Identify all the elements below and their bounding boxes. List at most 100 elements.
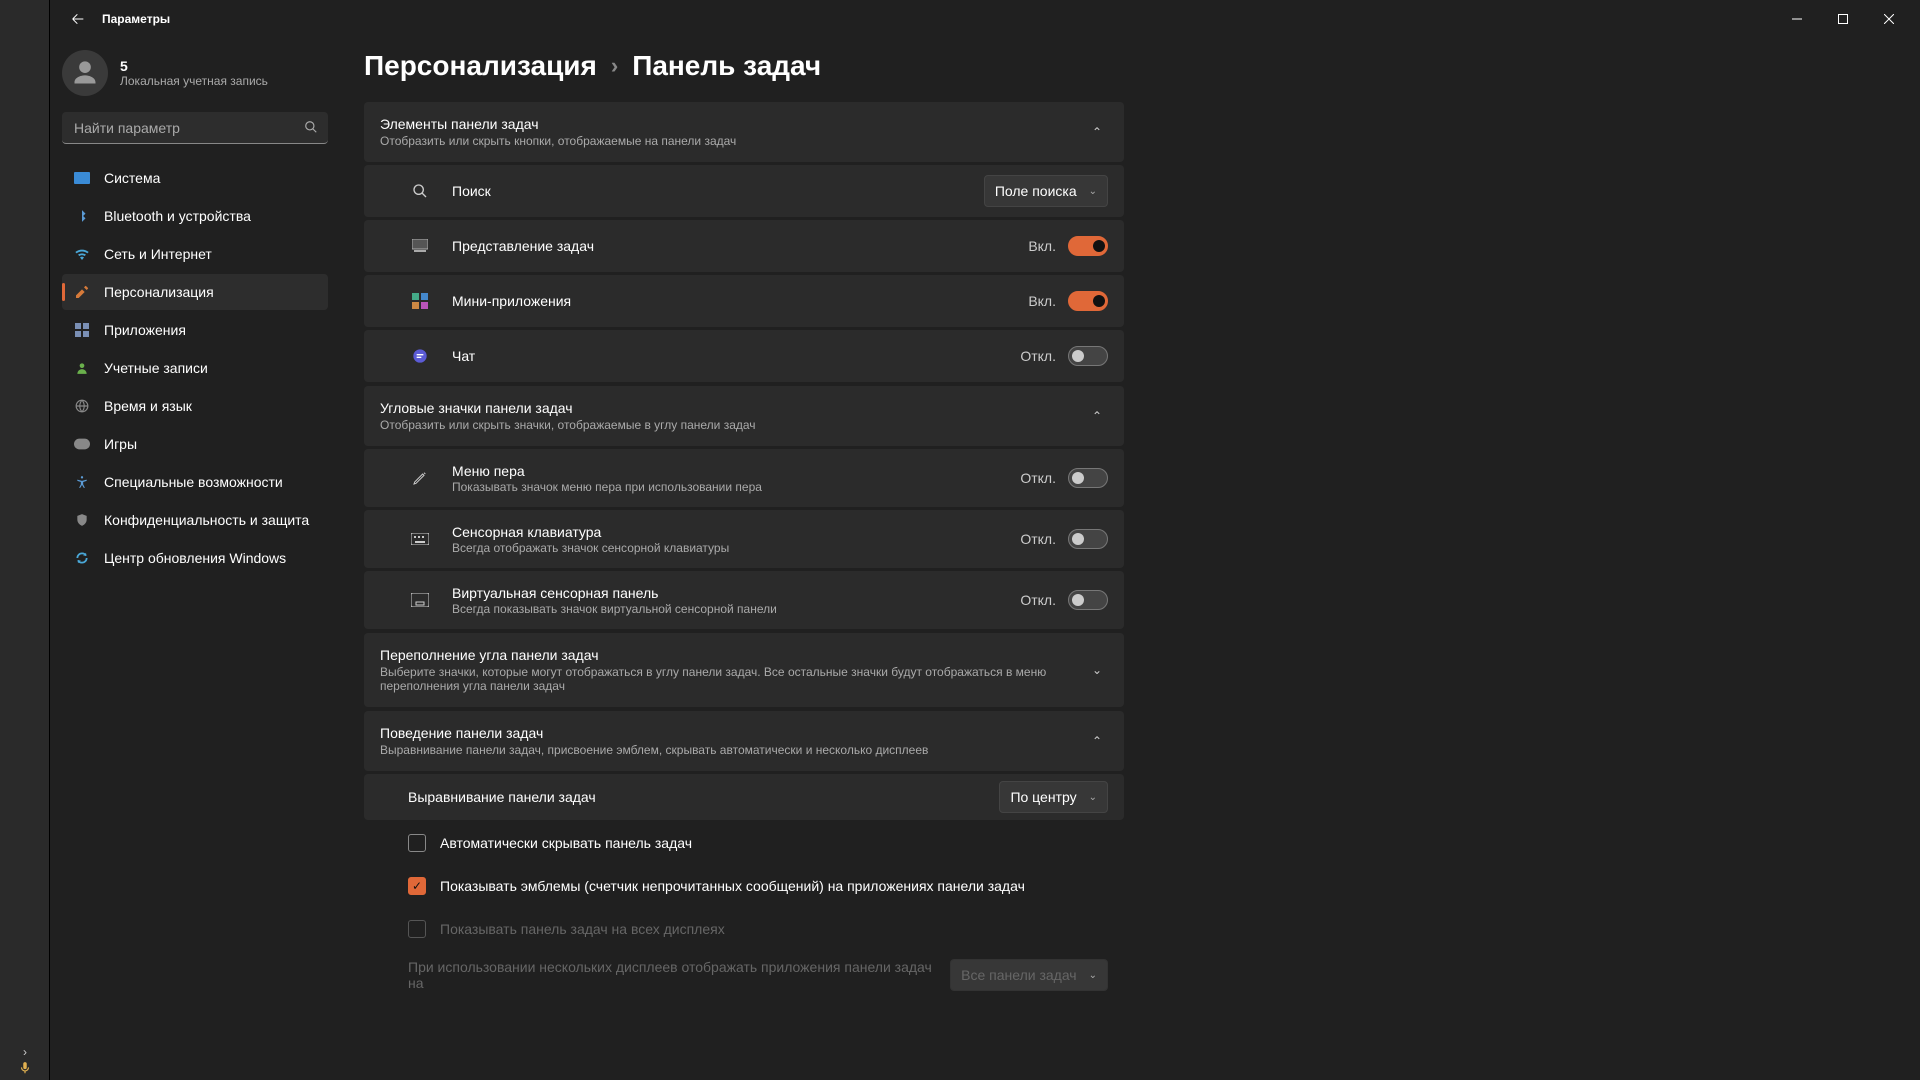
- toggle-state: Вкл.: [1028, 238, 1056, 254]
- background-app-strip: [0, 0, 50, 1080]
- toggle-state: Откл.: [1020, 531, 1056, 547]
- nav-accessibility[interactable]: Специальные возможности: [62, 464, 328, 500]
- nav-windows-update[interactable]: Центр обновления Windows: [62, 540, 328, 576]
- chat-icon: [408, 348, 432, 364]
- row-sublabel: Всегда отображать значок сенсорной клави…: [452, 541, 1020, 555]
- taskview-icon: [408, 239, 432, 253]
- nav-label: Сеть и Интернет: [104, 246, 212, 262]
- nav-apps[interactable]: Приложения: [62, 312, 328, 348]
- title-bar: Параметры: [50, 0, 1920, 38]
- section-subtitle: Выравнивание панели задач, присвоение эм…: [380, 743, 1086, 757]
- search-input[interactable]: [62, 112, 328, 144]
- row-sublabel: Показывать значок меню пера при использо…: [452, 480, 1020, 494]
- virtual-touchpad-toggle[interactable]: [1068, 590, 1108, 610]
- row-task-view: Представление задач Вкл.: [364, 220, 1124, 272]
- nav-personalization[interactable]: Персонализация: [62, 274, 328, 310]
- nav-label: Центр обновления Windows: [104, 550, 286, 566]
- row-virtual-touchpad: Виртуальная сенсорная панельВсегда показ…: [364, 571, 1124, 629]
- widgets-icon: [408, 293, 432, 309]
- row-all-displays: Показывать панель задач на всех дисплеях: [364, 909, 1124, 949]
- row-label: Мини-приложения: [452, 293, 571, 309]
- search-mode-dropdown[interactable]: Поле поиска⌄: [984, 175, 1108, 207]
- close-button[interactable]: [1866, 0, 1912, 38]
- row-touch-keyboard: Сенсорная клавиатураВсегда отображать зн…: [364, 510, 1124, 568]
- back-button[interactable]: [58, 0, 98, 38]
- widgets-toggle[interactable]: [1068, 291, 1108, 311]
- nav-label: Учетные записи: [104, 360, 208, 376]
- nav-label: Система: [104, 170, 160, 186]
- expand-icon: ›: [23, 1045, 27, 1059]
- nav-bluetooth[interactable]: Bluetooth и устройства: [62, 198, 328, 234]
- nav-network[interactable]: Сеть и Интернет: [62, 236, 328, 272]
- pen-toggle[interactable]: [1068, 468, 1108, 488]
- row-label: Сенсорная клавиатура: [452, 524, 1020, 540]
- accessibility-icon: [74, 474, 90, 490]
- row-label: Представление задач: [452, 238, 594, 254]
- nav-list: Система Bluetooth и устройства Сеть и Ин…: [62, 160, 328, 576]
- account-block[interactable]: 5 Локальная учетная запись: [62, 46, 328, 108]
- shield-icon: [74, 512, 90, 528]
- account-type: Локальная учетная запись: [120, 74, 268, 88]
- minimize-button[interactable]: [1774, 0, 1820, 38]
- badges-checkbox[interactable]: ✓: [408, 877, 426, 895]
- nav-label: Bluetooth и устройства: [104, 208, 251, 224]
- section-header-items[interactable]: Элементы панели задачОтобразить или скры…: [364, 102, 1124, 162]
- person-icon: [71, 59, 99, 87]
- section-header-corner[interactable]: Угловые значки панели задачОтобразить ил…: [364, 386, 1124, 446]
- chat-toggle[interactable]: [1068, 346, 1108, 366]
- apps-icon: [74, 322, 90, 338]
- row-alignment: Выравнивание панели задач По центру⌄: [364, 774, 1124, 820]
- breadcrumb-root[interactable]: Персонализация: [364, 50, 597, 82]
- nav-gaming[interactable]: Игры: [62, 426, 328, 462]
- maximize-button[interactable]: [1820, 0, 1866, 38]
- pen-icon: [408, 470, 432, 486]
- nav-system[interactable]: Система: [62, 160, 328, 196]
- row-label: Выравнивание панели задач: [408, 789, 596, 805]
- row-widgets: Мини-приложения Вкл.: [364, 275, 1124, 327]
- content-area: Персонализация › Панель задач Элементы п…: [340, 38, 1920, 1080]
- row-badges[interactable]: ✓ Показывать эмблемы (счетчик непрочитан…: [364, 866, 1124, 906]
- mic-icon: [18, 1061, 32, 1075]
- gamepad-icon: [74, 436, 90, 452]
- row-label: Показывать эмблемы (счетчик непрочитанны…: [440, 878, 1025, 894]
- nav-label: Время и язык: [104, 398, 192, 414]
- avatar: [62, 50, 108, 96]
- chevron-up-icon: ⌃: [1086, 125, 1108, 139]
- chevron-right-icon: ›: [611, 53, 618, 79]
- toggle-state: Откл.: [1020, 348, 1056, 364]
- section-header-behavior[interactable]: Поведение панели задач Выравнивание панел…: [364, 711, 1124, 771]
- row-autohide[interactable]: Автоматически скрывать панель задач: [364, 823, 1124, 863]
- touch-keyboard-toggle[interactable]: [1068, 529, 1108, 549]
- row-chat: Чат Откл.: [364, 330, 1124, 382]
- nav-accounts[interactable]: Учетные записи: [62, 350, 328, 386]
- alignment-dropdown[interactable]: По центру⌄: [999, 781, 1108, 813]
- autohide-checkbox[interactable]: [408, 834, 426, 852]
- nav-time-language[interactable]: Время и язык: [62, 388, 328, 424]
- chevron-up-icon: ⌃: [1086, 734, 1108, 748]
- paint-icon: [74, 284, 90, 300]
- search-box[interactable]: [62, 112, 328, 144]
- toggle-state: Откл.: [1020, 470, 1056, 486]
- search-icon: [304, 120, 318, 139]
- search-icon: [408, 183, 432, 199]
- account-name: 5: [120, 58, 268, 74]
- user-icon: [74, 360, 90, 376]
- back-arrow-icon: [70, 11, 86, 27]
- chevron-down-icon: ⌄: [1089, 970, 1097, 981]
- row-search: Поиск Поле поиска⌄: [364, 165, 1124, 217]
- multi-display-dropdown: Все панели задач⌄: [950, 959, 1108, 991]
- keyboard-icon: [408, 533, 432, 545]
- wifi-icon: [74, 246, 90, 262]
- taskview-toggle[interactable]: [1068, 236, 1108, 256]
- section-subtitle: Отобразить или скрыть кнопки, отображаем…: [380, 134, 1086, 148]
- row-label: Автоматически скрывать панель задач: [440, 835, 692, 851]
- section-title: Поведение панели задач: [380, 725, 1086, 741]
- nav-label: Конфиденциальность и защита: [104, 512, 309, 528]
- section-header-overflow[interactable]: Переполнение угла панели задачВыберите з…: [364, 633, 1124, 707]
- nav-label: Специальные возможности: [104, 474, 283, 490]
- section-title: Переполнение угла панели задач: [380, 647, 1086, 663]
- breadcrumb-leaf: Панель задач: [632, 50, 821, 82]
- nav-privacy[interactable]: Конфиденциальность и защита: [62, 502, 328, 538]
- section-title: Угловые значки панели задач: [380, 400, 1086, 416]
- row-multi-display: При использовании нескольких дисплеев от…: [364, 952, 1124, 998]
